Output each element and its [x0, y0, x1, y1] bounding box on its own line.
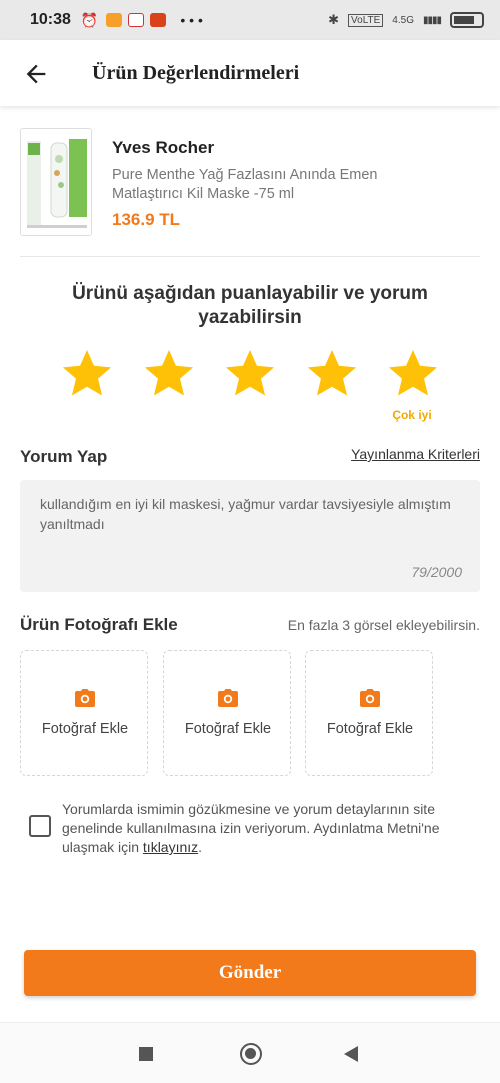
volte-icon: VoLTE — [348, 13, 384, 27]
divider — [20, 256, 480, 257]
status-right: ✱ VoLTE 4.5G ▮▮▮▮ — [328, 12, 484, 28]
add-photo-label: Fotoğraf Ekle — [326, 721, 414, 737]
product-tube-illustration — [21, 129, 91, 235]
rating-label: Çok iyi — [392, 408, 432, 422]
consent-suffix: . — [198, 839, 203, 855]
star-icon[interactable] — [60, 346, 114, 400]
network-label: 4.5G — [392, 14, 414, 26]
review-text[interactable]: kullandığım en iyi kil maskesi, yağmur v… — [40, 494, 460, 534]
camera-icon — [75, 689, 95, 707]
photo-limit-hint: En fazla 3 görsel ekleyebilirsin. — [287, 617, 480, 633]
add-photo-label: Fotoğraf Ekle — [184, 721, 272, 737]
photo-section-title: Ürün Fotoğrafı Ekle — [20, 615, 178, 634]
nav-back-icon[interactable] — [344, 1046, 358, 1062]
publishing-criteria-link[interactable]: Yayınlanma Kriterleri — [351, 446, 480, 462]
app-bar: Ürün Değerlendirmeleri — [0, 40, 500, 106]
add-photo-button[interactable]: Fotoğraf Ekle — [20, 650, 148, 776]
product-image — [20, 128, 92, 236]
alarm-icon: ⏰ — [80, 11, 99, 28]
consent-link[interactable]: tıklayınız — [143, 839, 198, 855]
rating-prompt: Ürünü aşağıdan puanlayabilir ve yorum ya… — [72, 283, 428, 328]
review-textarea[interactable]: kullandığım en iyi kil maskesi, yağmur v… — [20, 480, 480, 592]
app-notification-icon — [106, 13, 123, 27]
product-name: Pure Menthe Yağ Fazlasını Anında Emen Ma… — [112, 167, 378, 202]
app-notification-icon — [128, 13, 145, 27]
battery-icon — [450, 12, 484, 28]
submit-button[interactable]: Gönder — [24, 950, 476, 996]
consent-checkbox[interactable] — [29, 815, 51, 837]
product-card: Yves Rocher Pure Menthe Yağ Fazlasını An… — [20, 128, 480, 238]
app-notification-icon — [150, 13, 167, 27]
star-icon[interactable] — [142, 346, 196, 400]
status-time: 10:38 — [30, 11, 71, 28]
add-photo-button[interactable]: Fotoğraf Ekle — [163, 650, 291, 776]
back-arrow-icon[interactable] — [22, 60, 50, 88]
add-photo-label: Fotoğraf Ekle — [41, 721, 129, 737]
star-icon[interactable] — [223, 346, 277, 400]
product-brand: Yves Rocher — [112, 138, 215, 157]
star-icon[interactable] — [305, 346, 359, 400]
consent-text: Yorumlarda ismimin gözükmesine ve yorum … — [62, 800, 482, 857]
more-notifications-icon: • • • — [180, 12, 203, 28]
home-icon[interactable] — [240, 1043, 262, 1065]
star-icon[interactable] — [386, 346, 440, 400]
character-counter: 79/2000 — [411, 564, 462, 580]
review-section-title: Yorum Yap — [20, 447, 108, 466]
camera-icon — [360, 689, 380, 707]
status-bar: 10:38 ⏰ • • • ✱ VoLTE 4.5G ▮▮▮▮ — [0, 0, 500, 40]
recents-icon[interactable] — [139, 1047, 153, 1061]
camera-icon — [218, 689, 238, 707]
page-title: Ürün Değerlendirmeleri — [92, 62, 300, 84]
add-photo-button[interactable]: Fotoğraf Ekle — [305, 650, 433, 776]
star-rating — [60, 346, 444, 402]
system-nav-bar — [0, 1022, 500, 1083]
signal-icon: ▮▮▮▮ — [422, 14, 442, 26]
bluetooth-icon: ✱ — [328, 12, 340, 27]
product-price: 136.9 TL — [112, 210, 181, 229]
consent-body: Yorumlarda ismimin gözükmesine ve yorum … — [62, 801, 440, 855]
